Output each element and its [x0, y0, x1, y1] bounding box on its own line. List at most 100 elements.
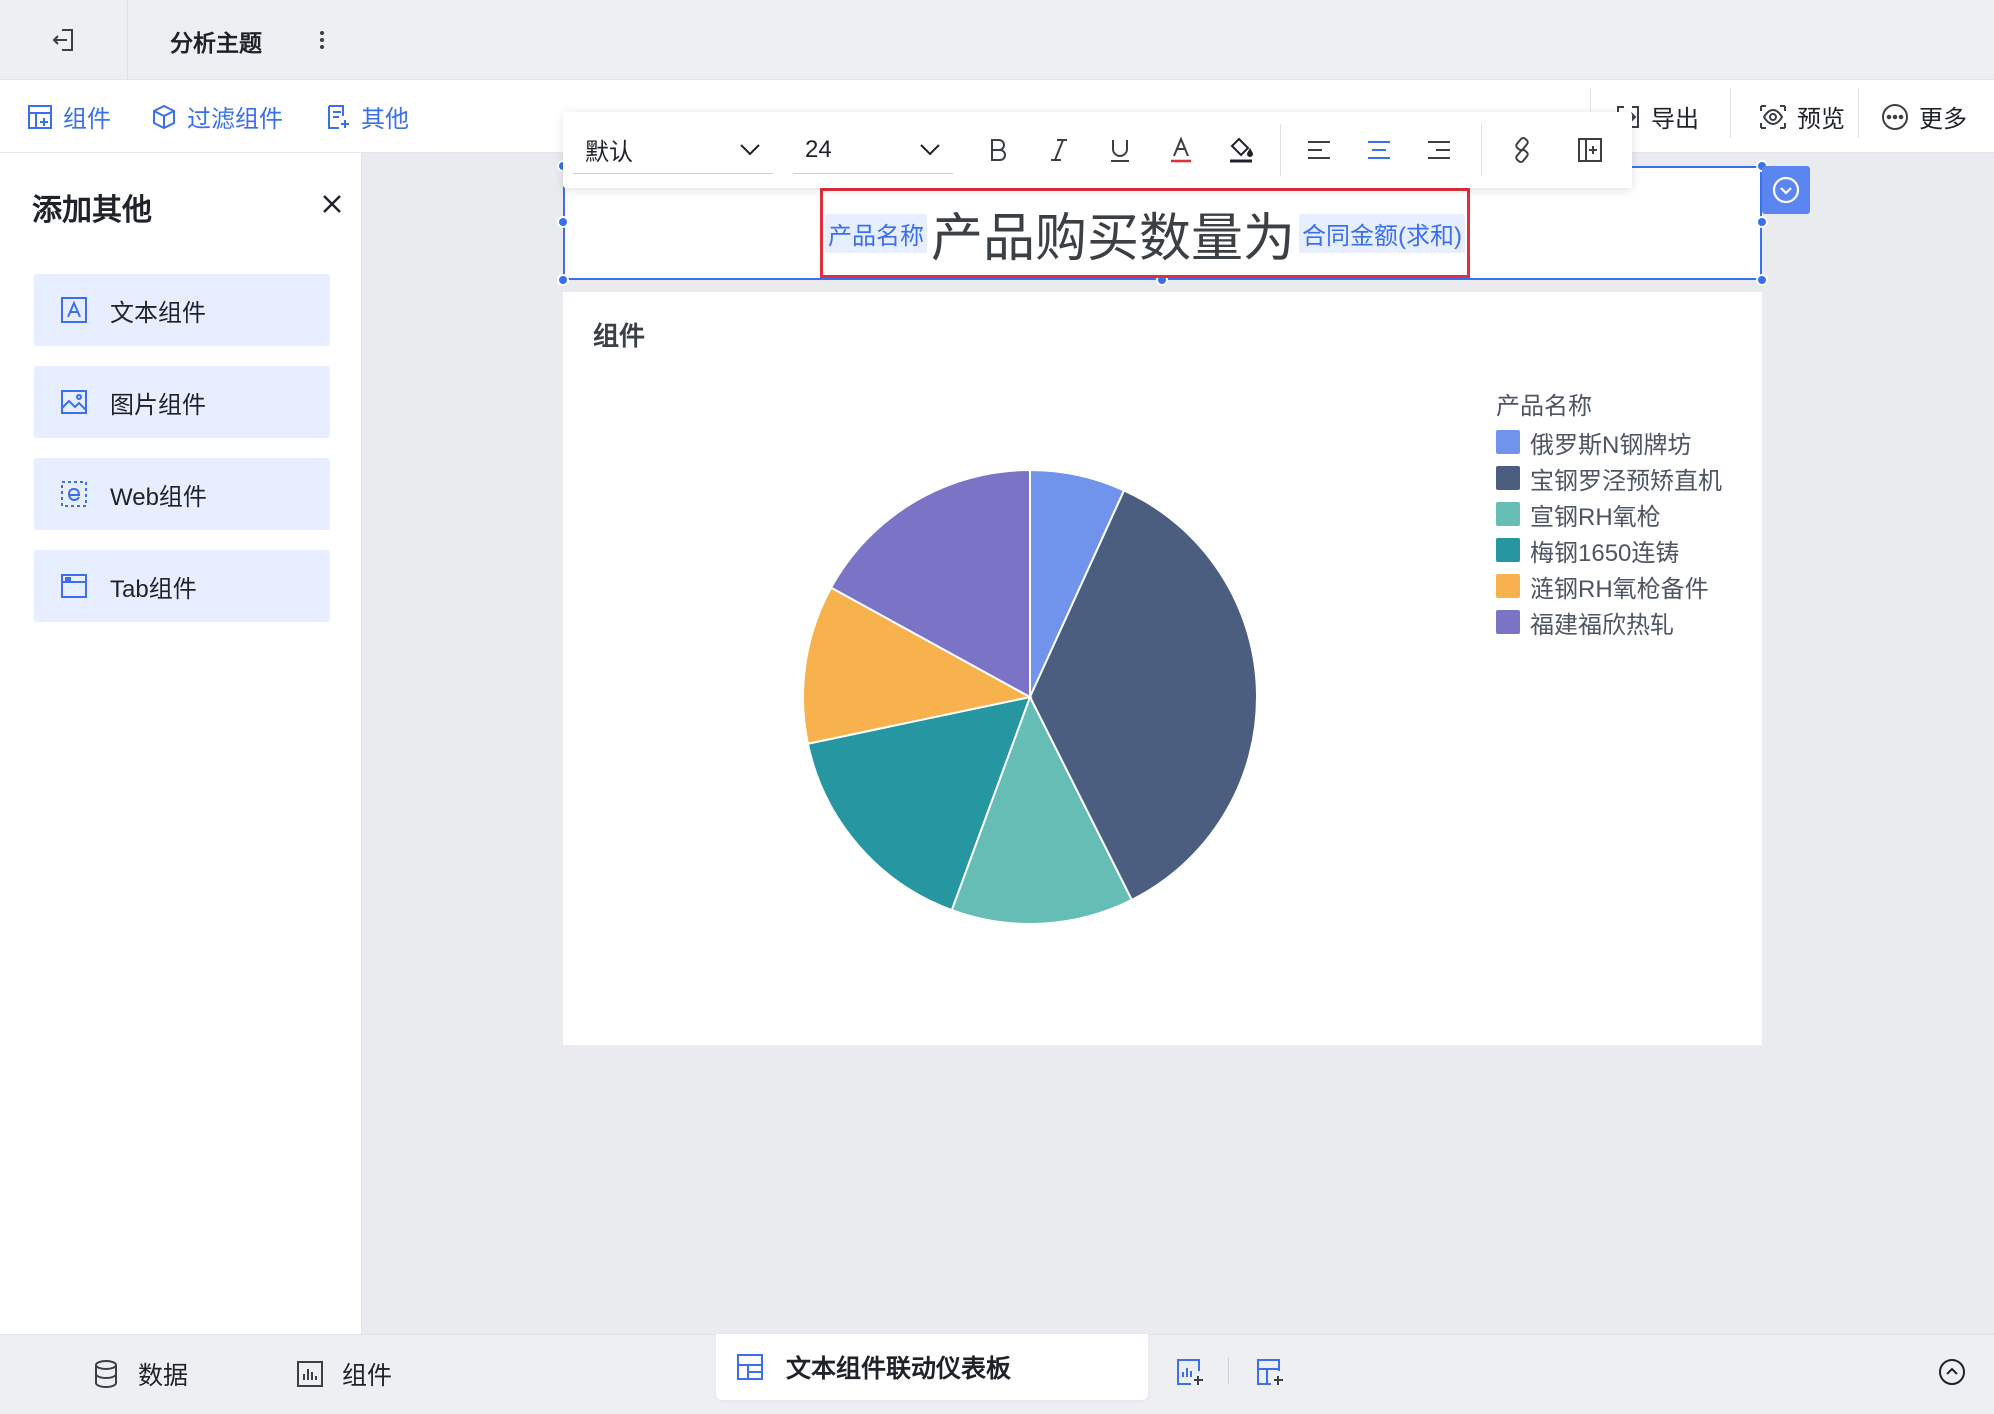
bar-chart-icon	[296, 1360, 324, 1388]
align-right-icon[interactable]	[1415, 126, 1463, 174]
add-filter-label: 过滤组件	[187, 106, 283, 133]
text-component-text[interactable]: 产品购买数量为	[931, 196, 1295, 271]
text-component-content[interactable]: 产品名称 产品购买数量为 合同金额(求和)	[820, 192, 1470, 274]
add-other-label: 其他	[361, 106, 409, 133]
data-tab[interactable]: 数据	[92, 1334, 188, 1414]
add-component-label: 组件	[63, 106, 111, 133]
toolbar-divider	[1730, 88, 1731, 138]
eye-icon	[1758, 103, 1788, 131]
preview-label: 预览	[1797, 106, 1845, 133]
export-label: 导出	[1651, 106, 1699, 133]
more-circle-icon	[1880, 102, 1910, 132]
data-tab-label: 数据	[138, 1362, 189, 1390]
web-component-label: Web组件	[110, 483, 207, 511]
chevron-down-circle-icon	[1771, 175, 1801, 205]
component-tab[interactable]: 组件	[296, 1334, 392, 1414]
format-divider	[1280, 124, 1281, 176]
dashboard-tab-label: 文本组件联动仪表板	[786, 1355, 1012, 1383]
preview-button[interactable]: 预览	[1758, 80, 1845, 153]
panel-title: 添加其他	[32, 194, 152, 227]
kebab-menu-icon[interactable]	[310, 24, 334, 56]
bottom-divider	[1228, 1358, 1229, 1384]
text-component-label: 文本组件	[110, 299, 206, 327]
chart-card-title: 组件	[593, 321, 646, 351]
format-toolbar: 默认 24	[563, 112, 1632, 188]
more-button[interactable]: 更多	[1880, 80, 1967, 153]
font-size-select[interactable]: 24	[793, 126, 953, 174]
align-left-icon[interactable]	[1295, 126, 1343, 174]
resize-handle[interactable]	[557, 274, 569, 286]
image-component-button[interactable]: 图片组件	[34, 366, 330, 438]
add-dashboard-icon[interactable]	[1250, 1352, 1290, 1392]
resize-handle[interactable]	[557, 216, 569, 228]
exit-icon	[50, 26, 78, 54]
legend-item[interactable]: 涟钢RH氧枪备件	[1496, 572, 1709, 603]
toolbar-divider	[1858, 88, 1859, 138]
legend-swatch	[1496, 538, 1520, 562]
field-chip-amount[interactable]: 合同金额(求和)	[1299, 213, 1465, 253]
add-other-button[interactable]: 其他	[324, 80, 409, 153]
legend-swatch	[1496, 466, 1520, 490]
add-chart-icon[interactable]	[1170, 1352, 1210, 1392]
add-filter-button[interactable]: 过滤组件	[150, 80, 283, 153]
legend-item[interactable]: 宝钢罗泾预矫直机	[1496, 464, 1722, 495]
underline-icon[interactable]	[1096, 126, 1144, 174]
legend-item[interactable]: 宣钢RH氧枪	[1496, 500, 1661, 531]
legend-label: 梅钢1650连铸	[1530, 539, 1680, 567]
add-component-button[interactable]: 组件	[26, 80, 111, 153]
document-add-icon	[324, 103, 352, 131]
page-title: 分析主题	[170, 30, 262, 56]
legend-item[interactable]: 福建福欣热轧	[1496, 608, 1674, 639]
font-color-icon[interactable]	[1157, 126, 1205, 174]
database-icon	[92, 1359, 120, 1389]
exit-button[interactable]	[0, 0, 128, 80]
legend-label: 宝钢罗泾预矫直机	[1530, 467, 1722, 495]
align-center-icon[interactable]	[1355, 126, 1403, 174]
link-icon[interactable]	[1498, 126, 1546, 174]
tab-component-label: Tab组件	[110, 575, 197, 603]
legend-swatch	[1496, 610, 1520, 634]
component-icon	[26, 103, 54, 131]
legend-label: 俄罗斯N钢牌坊	[1530, 431, 1692, 459]
legend-label: 涟钢RH氧枪备件	[1530, 575, 1709, 603]
image-component-label: 图片组件	[110, 391, 206, 419]
italic-icon[interactable]	[1035, 126, 1083, 174]
insert-field-icon[interactable]	[1566, 126, 1614, 174]
field-chip-product[interactable]: 产品名称	[825, 213, 927, 253]
legend-label: 宣钢RH氧枪	[1530, 503, 1661, 531]
chevron-down-icon	[919, 143, 941, 157]
fill-color-icon[interactable]	[1217, 126, 1265, 174]
legend-swatch	[1496, 502, 1520, 526]
more-label: 更多	[1919, 106, 1967, 133]
chevron-up-circle-icon[interactable]	[1932, 1352, 1972, 1392]
font-family-select[interactable]: 默认	[573, 126, 773, 174]
legend-title: 产品名称	[1496, 393, 1592, 420]
filter-cube-icon	[150, 103, 178, 131]
web-component-button[interactable]: Web组件	[34, 458, 330, 530]
image-icon	[60, 388, 88, 416]
component-tab-label: 组件	[342, 1362, 393, 1390]
legend-swatch	[1496, 574, 1520, 598]
resize-handle[interactable]	[1756, 216, 1768, 228]
text-component-button[interactable]: 文本组件	[34, 274, 330, 346]
format-divider	[1481, 124, 1482, 176]
resize-handle[interactable]	[1756, 274, 1768, 286]
text-a-icon	[60, 296, 88, 324]
pie-chart[interactable]	[780, 450, 1280, 950]
font-family-value: 默认	[585, 139, 633, 166]
chevron-down-icon	[739, 143, 761, 157]
dashboard-icon	[736, 1353, 764, 1381]
legend-label: 福建福欣热轧	[1530, 611, 1674, 639]
title-bar	[0, 0, 1994, 80]
legend-item[interactable]: 梅钢1650连铸	[1496, 536, 1679, 567]
legend-item[interactable]: 俄罗斯N钢牌坊	[1496, 428, 1691, 459]
close-icon[interactable]	[318, 190, 346, 218]
dashboard-tab-active[interactable]: 文本组件联动仪表板	[716, 1334, 1148, 1400]
font-size-value: 24	[805, 135, 832, 163]
legend-swatch	[1496, 430, 1520, 454]
tab-component-button[interactable]: Tab组件	[34, 550, 330, 622]
tab-window-icon	[60, 572, 88, 600]
web-e-icon	[60, 480, 88, 508]
bold-icon[interactable]	[974, 126, 1022, 174]
collapse-button[interactable]	[1762, 166, 1810, 214]
